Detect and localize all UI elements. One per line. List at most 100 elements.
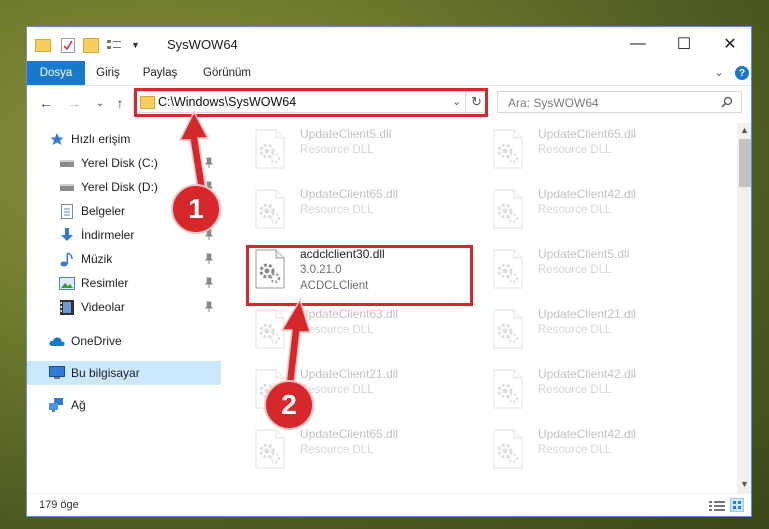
step-badge-1: 1 — [171, 184, 221, 234]
forward-button[interactable]: → — [63, 92, 85, 114]
close-button[interactable]: ✕ — [707, 27, 751, 61]
scroll-down-icon[interactable]: ▼ — [740, 479, 749, 489]
dll-file-icon — [254, 129, 286, 169]
search-icon — [721, 96, 733, 108]
dll-file-icon — [254, 429, 286, 469]
qa-dropdown-icon[interactable]: ▼ — [131, 40, 140, 50]
cloud-icon — [49, 333, 65, 349]
file-item-highlighted[interactable]: acdclclient30.dll 3.0.21.0 ACDCLClient — [248, 243, 478, 299]
tab-file[interactable]: Dosya — [27, 61, 85, 85]
tab-home[interactable]: Giriş — [89, 61, 127, 85]
pin-icon — [205, 277, 213, 288]
pin-icon — [205, 253, 213, 264]
pictures-icon — [59, 275, 75, 291]
file-item[interactable]: UpdateClient65.dll Resource DLL — [248, 423, 478, 479]
file-name: UpdateClient5.dll — [300, 127, 392, 141]
refresh-button[interactable]: ↻ — [465, 91, 488, 113]
file-name: UpdateClient5.dll — [538, 247, 630, 261]
search-input[interactable] — [506, 94, 710, 112]
file-item[interactable]: UpdateClient65.dll Resource DLL — [248, 183, 478, 239]
computer-icon — [49, 365, 65, 381]
file-item[interactable]: UpdateClient42.dll Resource DLL — [486, 183, 716, 239]
address-bar[interactable]: C:\Windows\SysWOW64 ⌄ — [133, 91, 488, 113]
dll-file-icon — [492, 309, 524, 349]
sidebar-item-videos[interactable]: Videolar — [27, 295, 221, 319]
pin-icon — [205, 301, 213, 312]
sidebar-item-pictures[interactable]: Resimler — [27, 271, 221, 295]
scroll-up-icon[interactable]: ▲ — [740, 125, 749, 135]
file-name: UpdateClient65.dll — [538, 127, 637, 141]
documents-icon — [59, 203, 75, 219]
sidebar-item-label: Bu bilgisayar — [71, 366, 140, 380]
file-name: UpdateClient21.dll — [300, 367, 399, 381]
file-company: ACDCLClient — [300, 280, 369, 292]
file-item[interactable]: UpdateClient42.dll Resource DLL — [486, 363, 716, 419]
file-item[interactable]: UpdateClient21.dll Resource DLL — [486, 303, 716, 359]
sidebar-item-this-pc[interactable]: Bu bilgisayar — [27, 361, 221, 385]
dll-file-icon — [492, 189, 524, 229]
customize-icon[interactable] — [107, 39, 121, 51]
file-description: Resource DLL — [300, 324, 374, 336]
file-description: Resource DLL — [538, 144, 612, 156]
sidebar-item-music[interactable]: Müzik — [27, 247, 221, 271]
explorer-window: ▼ SysWOW64 — ☐ ✕ Dosya Giriş Paylaş Görü… — [26, 26, 752, 517]
file-item[interactable]: UpdateClient5.dll Resource DLL — [248, 123, 478, 179]
file-description: Resource DLL — [538, 204, 612, 216]
sidebar-item-onedrive[interactable]: OneDrive — [27, 329, 221, 353]
dll-file-icon — [492, 249, 524, 289]
dll-file-icon — [492, 429, 524, 469]
sidebar-item-label: Resimler — [81, 276, 129, 290]
window-title: SysWOW64 — [167, 37, 238, 52]
file-item[interactable]: UpdateClient63.dll Resource DLL — [248, 303, 478, 359]
file-description: Resource DLL — [538, 264, 612, 276]
download-icon — [59, 227, 75, 243]
search-box[interactable] — [497, 91, 742, 113]
details-view-icon[interactable] — [709, 500, 725, 512]
ribbon-collapse-icon[interactable]: ⌄ — [711, 61, 727, 85]
file-name: acdclclient30.dll — [300, 247, 385, 261]
sidebar-item-network[interactable]: Ağ — [27, 393, 221, 417]
address-dropdown-icon[interactable]: ⌄ — [452, 95, 461, 108]
file-name: UpdateClient65.dll — [300, 427, 399, 441]
minimize-button[interactable]: — — [615, 27, 661, 61]
scroll-thumb[interactable] — [739, 139, 751, 187]
file-description: Resource DLL — [300, 444, 374, 456]
pin-icon — [205, 157, 213, 168]
help-icon[interactable]: ? — [735, 66, 749, 80]
file-list: UpdateClient5.dll Resource DLL UpdateClien… — [224, 123, 736, 493]
file-name: UpdateClient63.dll — [300, 307, 399, 321]
file-description: Resource DLL — [300, 204, 374, 216]
tiles-view-icon[interactable] — [730, 498, 744, 512]
drive-icon — [59, 155, 75, 171]
folder-icon — [35, 38, 51, 52]
file-item[interactable]: UpdateClient42.dll Resource DLL — [486, 423, 716, 479]
navigation-pane: Hızlı erişim Yerel Disk (C:) Yerel Disk … — [27, 123, 221, 493]
vertical-scrollbar[interactable]: ▲ ▼ — [737, 123, 751, 493]
tab-view[interactable]: Görünüm — [197, 61, 257, 85]
file-item[interactable]: UpdateClient65.dll Resource DLL — [486, 123, 716, 179]
sidebar-item-quick-access[interactable]: Hızlı erişim — [27, 127, 221, 151]
sidebar-item-disk-c[interactable]: Yerel Disk (C:) — [27, 151, 221, 175]
sidebar-item-label: İndirmeler — [81, 228, 135, 242]
folder-icon — [140, 96, 155, 109]
file-item[interactable]: UpdateClient5.dll Resource DLL — [486, 243, 716, 299]
status-bar: 179 öge — [27, 493, 751, 516]
address-path: C:\Windows\SysWOW64 — [158, 95, 297, 109]
up-button[interactable]: ↑ — [109, 92, 131, 114]
recent-locations-button[interactable]: ⌄ — [89, 92, 111, 114]
file-description: 3.0.21.0 — [300, 264, 342, 276]
properties-icon[interactable] — [61, 37, 75, 53]
dll-file-icon — [254, 249, 286, 289]
file-name: UpdateClient21.dll — [538, 307, 637, 321]
dll-file-icon — [492, 129, 524, 169]
maximize-button[interactable]: ☐ — [661, 27, 707, 61]
new-folder-icon[interactable] — [83, 37, 99, 53]
file-name: UpdateClient42.dll — [538, 187, 637, 201]
quick-access-toolbar: ▼ — [35, 36, 140, 54]
videos-icon — [59, 299, 75, 315]
sidebar-item-label: Videolar — [81, 300, 125, 314]
sidebar-item-label: Ağ — [71, 398, 86, 412]
music-icon — [59, 251, 75, 267]
back-button[interactable]: ← — [35, 92, 57, 114]
tab-share[interactable]: Paylaş — [139, 61, 181, 85]
